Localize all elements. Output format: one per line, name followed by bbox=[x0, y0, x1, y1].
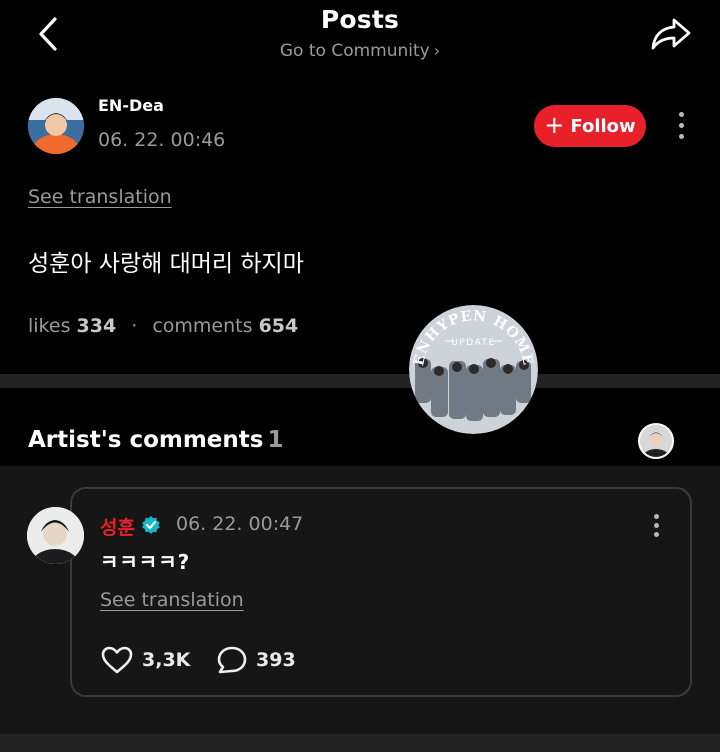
comment-see-translation-link[interactable]: See translation bbox=[100, 589, 244, 611]
artist-comments-title: Artist's comments 1 bbox=[28, 427, 284, 453]
plus-icon: + bbox=[544, 111, 565, 139]
author-avatar[interactable] bbox=[28, 98, 84, 154]
likes-count: 334 bbox=[76, 315, 117, 337]
comment-like-button[interactable]: 3,3K bbox=[100, 644, 190, 676]
more-vertical-icon bbox=[654, 514, 659, 519]
follow-label: Follow bbox=[570, 115, 636, 137]
comment-body: ㅋㅋㅋㅋ? bbox=[100, 550, 191, 574]
top-app-bar: Posts Go to Community › bbox=[0, 0, 720, 80]
share-button[interactable] bbox=[646, 12, 696, 56]
artist-comments-header: Artist's comments 1 bbox=[0, 388, 720, 466]
author-name[interactable]: EN-Dea bbox=[98, 96, 164, 115]
heart-icon bbox=[101, 646, 133, 674]
stats-separator: · bbox=[131, 315, 138, 337]
comment-reply-count: 393 bbox=[256, 649, 296, 671]
avatar-image bbox=[28, 98, 84, 154]
post-card: EN-Dea 06. 22. 00:46 + Follow See transl… bbox=[0, 80, 720, 374]
post-body: 성훈아 사랑해 대머리 하지마 bbox=[28, 251, 304, 277]
comment-like-count: 3,3K bbox=[142, 649, 191, 671]
page-title: Posts bbox=[320, 5, 400, 34]
comment-reply-button[interactable]: 393 bbox=[216, 644, 296, 676]
post-more-button[interactable] bbox=[672, 108, 692, 144]
artist-comments-list: 성훈 06. 22. 00:47 ㅋㅋㅋㅋ? See translation 3… bbox=[0, 466, 720, 734]
verified-badge-icon bbox=[142, 516, 160, 534]
comment-author[interactable]: 성훈 bbox=[100, 513, 135, 540]
post-timestamp: 06. 22. 00:46 bbox=[98, 129, 226, 151]
community-link-label: Go to Community bbox=[279, 41, 430, 61]
likes-label: likes bbox=[28, 315, 71, 337]
artist-thumbnail-avatar[interactable] bbox=[638, 423, 674, 459]
section-divider bbox=[0, 374, 720, 388]
more-vertical-icon bbox=[679, 112, 684, 117]
post-stats: likes 334 · comments 654 bbox=[28, 315, 298, 337]
see-translation-link[interactable]: See translation bbox=[28, 186, 172, 208]
speech-bubble-icon bbox=[217, 646, 247, 674]
comment-timestamp: 06. 22. 00:47 bbox=[176, 513, 304, 535]
artist-comment-card: 성훈 06. 22. 00:47 ㅋㅋㅋㅋ? See translation 3… bbox=[70, 487, 692, 697]
section-divider-bottom bbox=[0, 734, 720, 752]
watermark-logo: ENHYPEN HOME UPDATE bbox=[409, 305, 538, 434]
share-icon bbox=[651, 18, 691, 50]
comments-label: comments bbox=[152, 315, 253, 337]
svg-text:UPDATE: UPDATE bbox=[451, 338, 495, 348]
comment-more-button[interactable] bbox=[647, 511, 667, 541]
chevron-right-icon: › bbox=[433, 41, 441, 60]
go-to-community-link[interactable]: Go to Community › bbox=[0, 41, 720, 61]
comments-count: 654 bbox=[258, 315, 299, 337]
follow-button[interactable]: + Follow bbox=[534, 105, 646, 147]
comment-author-avatar[interactable] bbox=[27, 507, 84, 564]
artist-comments-count: 1 bbox=[267, 427, 284, 453]
